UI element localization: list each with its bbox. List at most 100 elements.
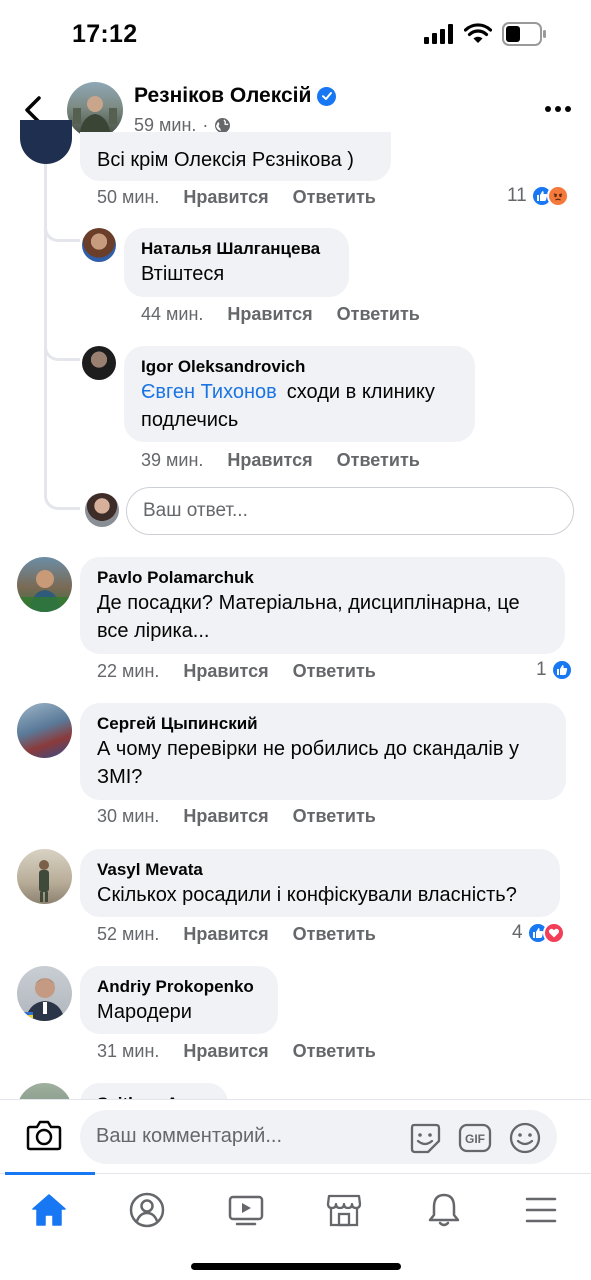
comment-text-line2: все лірика...	[97, 620, 210, 642]
like-button[interactable]: Нравится	[183, 806, 268, 827]
comment-bubble: Всі крім Олексія Рєзнікова )	[80, 132, 391, 181]
status-time: 17:12	[72, 20, 138, 48]
comment-author[interactable]: Vasyl Mevata	[97, 859, 544, 881]
comment-bubble: Andriy Prokopenko Мародери	[80, 966, 278, 1034]
angry-reaction-icon	[546, 185, 569, 207]
like-button[interactable]: Нравится	[183, 1041, 268, 1062]
gif-icon[interactable]: GIF	[458, 1123, 492, 1153]
notifications-icon	[428, 1193, 460, 1227]
comment-bubble: Сергей Цыпинский А чому перевірки не роб…	[80, 703, 566, 800]
author-avatar[interactable]	[67, 82, 123, 138]
comment-input[interactable]: Ваш комментарий... GIF	[80, 1110, 557, 1164]
comment-author[interactable]: Наталья Шалганцева	[141, 238, 333, 260]
commenter-avatar[interactable]	[17, 557, 72, 612]
tab-notifications[interactable]	[424, 1190, 464, 1230]
comment-text: Євген Тихонов сходи в клинику	[141, 378, 459, 406]
reply-placeholder: Ваш ответ...	[143, 500, 248, 521]
commenter-avatar[interactable]	[17, 849, 72, 904]
reply-button[interactable]: Ответить	[337, 304, 420, 325]
home-icon	[32, 1194, 66, 1226]
sticker-icon[interactable]	[408, 1121, 442, 1155]
commenter-avatar[interactable]	[17, 703, 72, 758]
tab-menu[interactable]	[521, 1190, 561, 1230]
reply-button[interactable]: Ответить	[293, 187, 376, 208]
comment-text: Де посадки? Матеріальна, дисциплінарна, …	[97, 592, 520, 614]
comment-author[interactable]: Igor Oleksandrovich	[141, 356, 459, 378]
reaction-count: 4	[512, 922, 523, 943]
comment-time: 39 мин.	[141, 450, 204, 470]
like-button[interactable]: Нравится	[183, 187, 268, 208]
thread-connector	[44, 224, 80, 242]
comment-bubble: Vasyl Mevata Скількох росадили і конфіск…	[80, 849, 560, 917]
comment-time: 52 мин.	[97, 924, 160, 944]
commenter-avatar[interactable]	[17, 966, 72, 1021]
camera-icon[interactable]	[26, 1119, 62, 1151]
like-button[interactable]: Нравится	[183, 924, 268, 945]
like-button[interactable]: Нравится	[227, 304, 312, 325]
reply-button[interactable]: Ответить	[293, 924, 376, 945]
comment-text: Всі крім Олексія Рєзнікова )	[97, 149, 354, 171]
comment-text-part: сходи в клинику	[286, 381, 435, 403]
reaction-summary[interactable]: 1	[536, 659, 573, 681]
reaction-count: 11	[507, 185, 527, 206]
author-name[interactable]: Резніков Олексій	[134, 84, 337, 108]
wifi-icon	[464, 23, 492, 43]
marketplace-icon	[326, 1194, 362, 1227]
current-user-avatar	[85, 493, 119, 527]
comment-placeholder: Ваш комментарий...	[96, 1125, 283, 1147]
commenter-avatar[interactable]	[82, 228, 116, 262]
love-reaction-icon	[542, 922, 565, 944]
comment-text-line2: ЗМІ?	[97, 766, 143, 788]
like-button[interactable]: Нравится	[227, 450, 312, 471]
commenter-avatar[interactable]	[82, 346, 116, 380]
commenter-avatar[interactable]	[20, 120, 72, 164]
comment-author[interactable]: Pavlo Polamarchuk	[97, 567, 549, 589]
tab-video[interactable]	[226, 1190, 266, 1230]
tab-marketplace[interactable]	[324, 1190, 364, 1230]
reply-button[interactable]: Ответить	[293, 661, 376, 682]
comment-time: 50 мин.	[97, 187, 160, 207]
comment-author[interactable]: Andriy Prokopenko	[97, 976, 262, 998]
comment-bubble: Igor Oleksandrovich Євген Тихонов сходи в…	[124, 346, 475, 442]
like-reaction-icon	[550, 659, 573, 681]
comment-actions: 22 мин. Нравится Ответить	[97, 661, 376, 682]
reply-button[interactable]: Ответить	[293, 1041, 376, 1062]
reaction-summary[interactable]: 11	[507, 185, 569, 207]
comment-text: Втіштеся	[141, 263, 225, 285]
reply-input[interactable]: Ваш ответ...	[126, 487, 574, 535]
thread-connector	[44, 492, 80, 510]
comment-time: 22 мин.	[97, 661, 160, 681]
tab-profile[interactable]	[127, 1190, 167, 1230]
reaction-summary[interactable]: 4	[512, 922, 565, 944]
comment-bubble: Наталья Шалганцева Втіштеся	[124, 228, 349, 297]
comment-actions: 30 мин. Нравится Ответить	[97, 806, 376, 827]
comment-text: Мародери	[97, 1001, 192, 1023]
thread-line	[44, 150, 47, 495]
status-bar: 17:12	[0, 0, 591, 70]
mention-link[interactable]: Євген Тихонов	[141, 381, 277, 403]
reaction-count: 1	[536, 659, 547, 680]
comment-actions: 39 мин. Нравится Ответить	[141, 450, 420, 471]
reply-button[interactable]: Ответить	[337, 450, 420, 471]
svg-text:GIF: GIF	[465, 1132, 485, 1146]
verified-badge-icon	[317, 86, 337, 106]
cellular-signal-icon	[424, 24, 453, 44]
home-indicator[interactable]	[191, 1263, 401, 1270]
thread-connector	[44, 343, 80, 361]
comment-time: 31 мин.	[97, 1041, 160, 1061]
comment-actions: 52 мин. Нравится Ответить	[97, 924, 376, 945]
comment-bubble: Pavlo Polamarchuk Де посадки? Матеріальн…	[80, 557, 565, 654]
emoji-icon[interactable]	[508, 1121, 542, 1155]
comment-author[interactable]: Сергей Цыпинский	[97, 713, 550, 735]
menu-icon	[525, 1197, 557, 1223]
tab-home[interactable]	[29, 1190, 69, 1230]
comment-time: 30 мин.	[97, 806, 160, 826]
comment-text: Скількох росадили і конфіскували власніс…	[97, 884, 517, 906]
reply-button[interactable]: Ответить	[293, 806, 376, 827]
more-options-icon[interactable]	[545, 106, 571, 112]
author-name-text[interactable]: Резніков Олексій	[134, 84, 311, 108]
profile-icon	[129, 1192, 165, 1228]
comment-actions: 44 мин. Нравится Ответить	[141, 304, 420, 325]
like-button[interactable]: Нравится	[183, 661, 268, 682]
comment-text-line2: подлечись	[141, 409, 239, 431]
